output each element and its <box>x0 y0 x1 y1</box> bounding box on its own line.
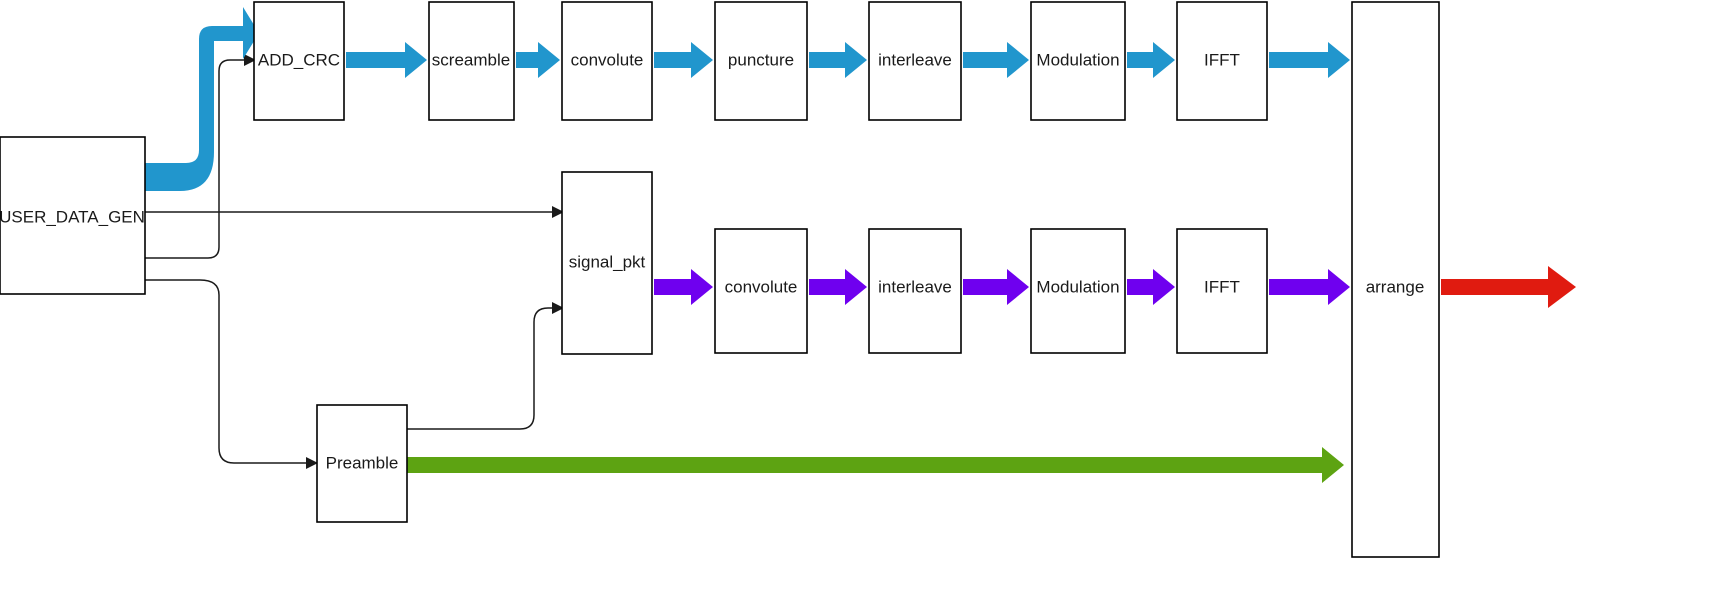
diagram-svg: USER_DATA_GEN ADD_CRC screamble convolut… <box>0 1 1576 558</box>
node-modulation-2[interactable]: Modulation <box>1030 228 1126 354</box>
node-screamble-label: screamble <box>432 50 510 69</box>
blue-elbow-body <box>145 7 259 191</box>
node-convolute-1[interactable]: convolute <box>561 1 653 121</box>
arrow-modulation2-to-ifft2 <box>1127 269 1175 305</box>
node-modulation-1-label: Modulation <box>1036 50 1119 69</box>
node-modulation-2-label: Modulation <box>1036 277 1119 296</box>
node-ifft-1[interactable]: IFFT <box>1176 1 1268 121</box>
arrow-arrange-output <box>1441 266 1576 308</box>
arrow-screamble-to-convolute <box>516 42 560 78</box>
flow-userdata-to-addcrc <box>145 7 259 191</box>
arrow-signalpkt-to-convolute <box>654 269 713 305</box>
node-screamble[interactable]: screamble <box>428 1 515 121</box>
block-diagram-canvas: USER_DATA_GEN ADD_CRC screamble convolut… <box>0 0 1731 591</box>
arrow-interleave2-to-modulation2 <box>963 269 1029 305</box>
arrow-addcrc-to-screamble <box>346 42 427 78</box>
arrow-convolute-to-puncture <box>654 42 713 78</box>
node-ifft-1-label: IFFT <box>1204 50 1240 69</box>
node-convolute-2[interactable]: convolute <box>714 228 808 354</box>
connector-preamble-to-signalpkt <box>407 307 552 430</box>
node-signal-pkt[interactable]: signal_pkt <box>561 171 653 355</box>
arrow-convolute2-to-interleave2 <box>809 269 867 305</box>
arrow-ifft-to-arrange <box>1269 42 1350 78</box>
preamble-chain-arrow <box>407 447 1344 483</box>
arrow-ifft2-to-arrange <box>1269 269 1350 305</box>
output-arrow-group <box>1441 266 1576 308</box>
node-arrange-label: arrange <box>1366 277 1425 296</box>
node-modulation-1[interactable]: Modulation <box>1030 1 1126 121</box>
node-interleave-2-label: interleave <box>878 277 952 296</box>
arrow-interleave-to-modulation <box>963 42 1029 78</box>
arrow-preamble-to-arrange <box>407 447 1344 483</box>
node-puncture[interactable]: puncture <box>714 1 808 121</box>
arrow-modulation-to-ifft <box>1127 42 1175 78</box>
node-add-crc-label: ADD_CRC <box>258 50 340 69</box>
node-arrange[interactable]: arrange <box>1351 1 1440 558</box>
connector-userdata-to-preamble <box>145 279 306 464</box>
node-add-crc[interactable]: ADD_CRC <box>253 1 345 121</box>
node-interleave-1[interactable]: interleave <box>868 1 962 121</box>
node-puncture-label: puncture <box>728 50 794 69</box>
node-convolute-1-label: convolute <box>571 50 644 69</box>
node-signal-pkt-label: signal_pkt <box>569 252 646 271</box>
node-preamble[interactable]: Preamble <box>316 404 408 523</box>
arrow-puncture-to-interleave <box>809 42 867 78</box>
node-user-data-gen-label: USER_DATA_GEN <box>0 207 145 226</box>
node-user-data-gen[interactable]: USER_DATA_GEN <box>0 136 146 295</box>
node-ifft-2-label: IFFT <box>1204 277 1240 296</box>
node-convolute-2-label: convolute <box>725 277 798 296</box>
connector-userdata-to-addcrc-control <box>145 59 244 259</box>
node-interleave-1-label: interleave <box>878 50 952 69</box>
node-interleave-2[interactable]: interleave <box>868 228 962 354</box>
node-ifft-2[interactable]: IFFT <box>1176 228 1268 354</box>
node-preamble-label: Preamble <box>326 453 399 472</box>
